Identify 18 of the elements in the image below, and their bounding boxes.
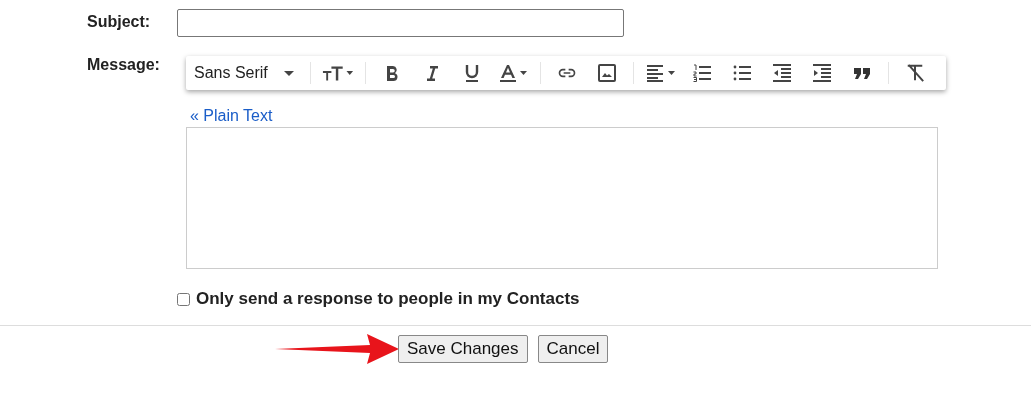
save-button[interactable]: Save Changes [398, 335, 528, 363]
plain-text-link[interactable]: « Plain Text [190, 107, 946, 125]
numbered-list-icon[interactable] [691, 63, 712, 83]
subject-label: Subject: [87, 12, 152, 32]
bulleted-list-icon[interactable] [731, 63, 752, 83]
cancel-button[interactable]: Cancel [537, 335, 609, 363]
font-dropdown[interactable]: Sans Serif [194, 64, 304, 82]
subject-field[interactable] [177, 9, 624, 37]
contacts-only-label: Only send a response to people in my Contacts [196, 289, 580, 309]
image-icon[interactable] [596, 63, 617, 83]
outdent-icon[interactable] [771, 63, 792, 83]
indent-icon[interactable] [811, 63, 832, 83]
align-icon[interactable] [644, 63, 677, 83]
contacts-only-checkbox[interactable] [177, 292, 190, 306]
message-label: Message: [87, 56, 161, 75]
message-body-field[interactable] [186, 127, 938, 269]
caret-icon [283, 70, 294, 76]
text-size-icon[interactable] [321, 63, 354, 83]
